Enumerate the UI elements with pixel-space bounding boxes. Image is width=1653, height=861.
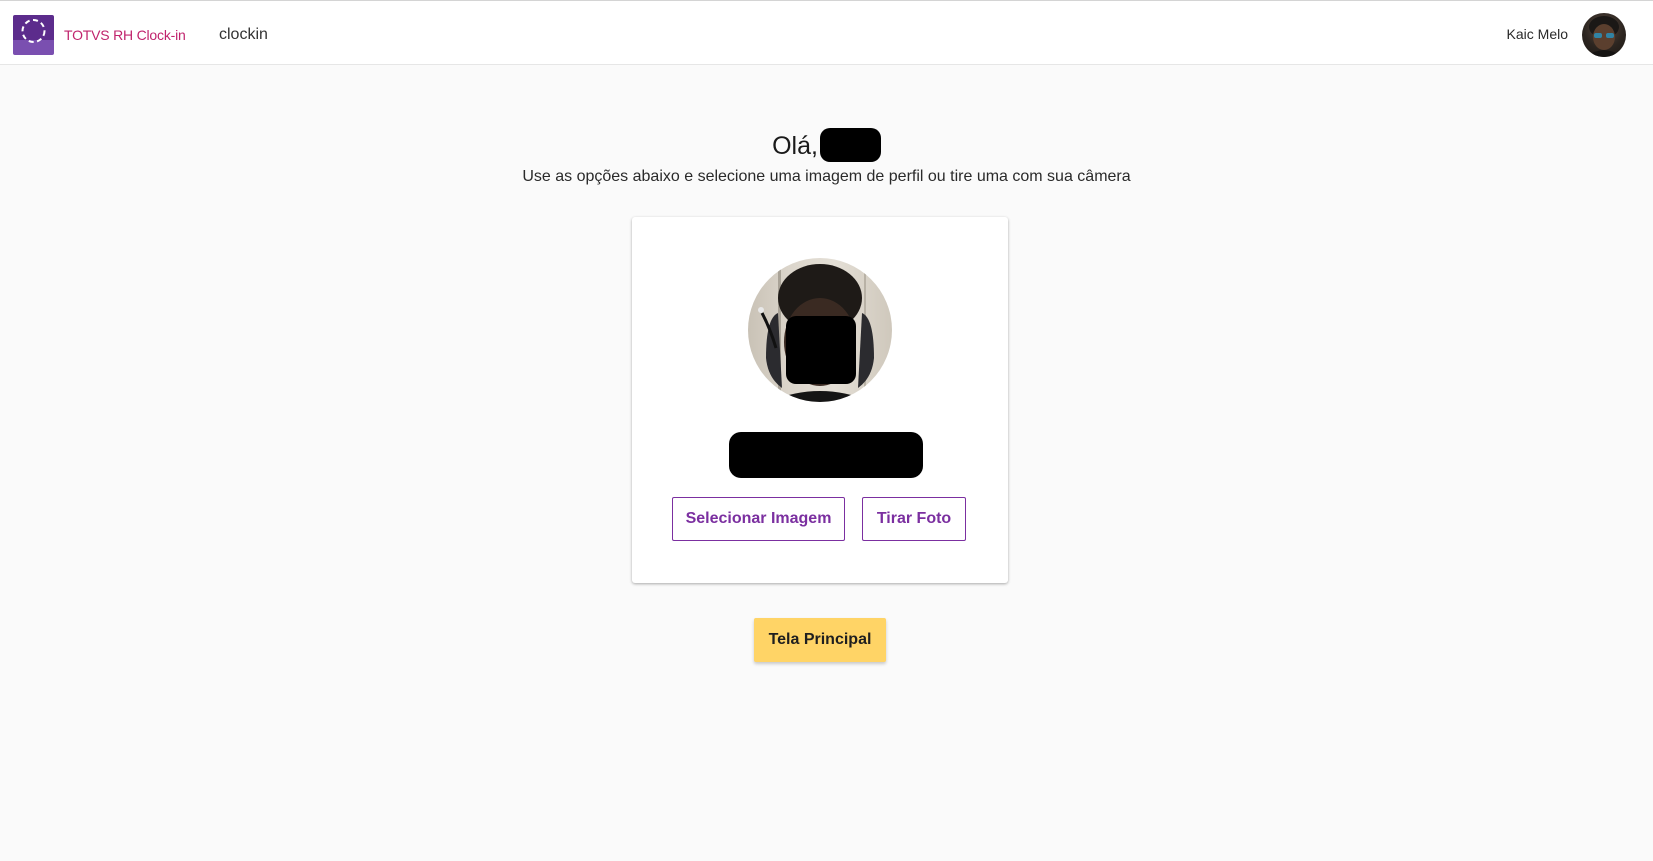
route-label: clockin bbox=[219, 26, 268, 43]
app-logo[interactable] bbox=[13, 15, 54, 55]
greeting-text: Olá, bbox=[772, 132, 818, 160]
profile-photo-image bbox=[758, 258, 874, 402]
greeting-heading: Olá, bbox=[0, 128, 1653, 162]
instructions-text: Use as opções abaixo e selecione uma ima… bbox=[522, 168, 1131, 185]
profile-card: Selecionar Imagem Tirar Foto bbox=[632, 217, 1008, 583]
profile-photo bbox=[748, 258, 892, 402]
avatar-photo bbox=[1586, 16, 1622, 57]
take-photo-button[interactable]: Tirar Foto bbox=[862, 497, 966, 541]
app-title[interactable]: TOTVS RH Clock-in bbox=[64, 27, 186, 43]
top-app-bar: TOTVS RH Clock-in clockin Kaic Melo bbox=[0, 0, 1653, 65]
redacted-full-name bbox=[729, 432, 923, 478]
user-name[interactable]: Kaic Melo bbox=[1507, 26, 1568, 42]
user-avatar[interactable] bbox=[1582, 13, 1626, 57]
select-image-button[interactable]: Selecionar Imagem bbox=[672, 497, 845, 541]
main-screen-button[interactable]: Tela Principal bbox=[754, 618, 886, 662]
dashed-circle-icon bbox=[21, 19, 46, 43]
redacted-first-name bbox=[819, 128, 881, 162]
